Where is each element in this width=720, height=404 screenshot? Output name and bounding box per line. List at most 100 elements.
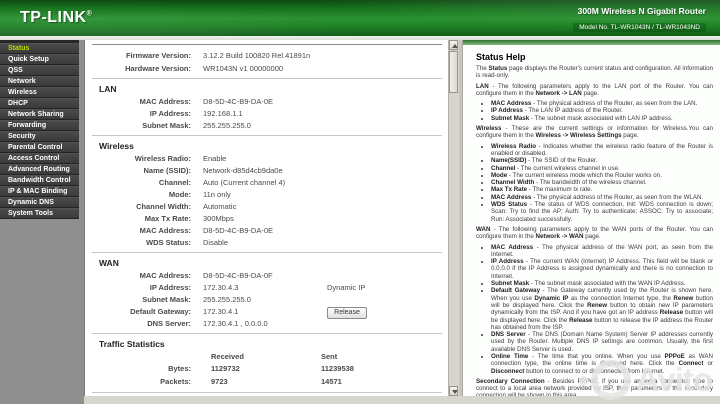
info-row: MAC Address: D8-5D-4C-B9-DA-0E (85, 225, 449, 237)
section-title-traffic-statistics: Traffic Statistics (99, 339, 165, 349)
help-bullet-list: Wireless Radio - Indicates whether the w… (476, 143, 713, 223)
info-value: Auto (Current channel 4) (203, 178, 286, 187)
logo-text: TP-LINK (20, 9, 87, 26)
panel-top-rule (92, 44, 442, 45)
sidebar: Status Quick Setup QSS Network Wireless DHCP N… (0, 40, 85, 404)
help-paragraph: Secondary Connection - Besides PPPoE, if… (476, 377, 713, 396)
release-button[interactable]: Release (327, 306, 367, 319)
traffic-col-header-sent: Sent (321, 352, 338, 361)
info-row: Wireless Radio: Enable (85, 153, 449, 165)
help-bullet-item: Channel Width - The bandwidth of the wir… (491, 179, 713, 186)
info-label: MAC Address: (139, 226, 191, 235)
section-divider (92, 78, 442, 80)
info-label: Channel: (158, 178, 191, 187)
info-label: Subnet Mask: (142, 295, 191, 304)
sidebar-item-advanced-routing[interactable]: Advanced Routing (0, 164, 79, 175)
help-bullet-item: Subnet Mask - The subnet mask associated… (491, 115, 713, 122)
help-bullet-item: MAC Address - The physical address of th… (491, 100, 713, 107)
traffic-sent-value: 14571 (321, 376, 342, 386)
product-title: 300M Wireless N Gigabit Router (577, 6, 706, 16)
info-value: 172.30.4.3 (203, 283, 239, 292)
section-divider (92, 252, 442, 254)
sidebar-item-parental-control[interactable]: Parental Control (0, 142, 79, 153)
traffic-row-label: Packets: (160, 376, 191, 386)
sidebar-item-network-sharing[interactable]: Network Sharing (0, 109, 79, 120)
scroll-thumb[interactable] (449, 51, 458, 93)
info-value: D8-5D-4C-B9-DA-0E (203, 226, 274, 235)
info-label: Name (SSID): (143, 166, 191, 175)
help-bullet-item: Online Time - The time that you online. … (491, 353, 713, 375)
info-value: D8-5D-4C-B9-DA-0F (203, 271, 273, 280)
sidebar-item-access-control[interactable]: Access Control (0, 153, 79, 164)
info-label: Wireless Radio: (134, 154, 191, 163)
info-value: 3.12.2 Build 100820 Rel.41891n (203, 51, 311, 60)
help-paragraph: WAN - The following parameters apply to … (476, 225, 713, 241)
info-value: 255.255.255.0 (203, 295, 251, 304)
help-paragraph: The Status page displays the Router's cu… (476, 65, 713, 80)
sidebar-item-dhcp[interactable]: DHCP (0, 98, 79, 109)
help-top-strip (463, 40, 720, 45)
sidebar-item-security[interactable]: Security (0, 131, 79, 142)
scroll-up-button[interactable] (449, 40, 458, 50)
info-row: Channel: Auto (Current channel 4) (85, 177, 449, 189)
sidebar-item-status[interactable]: Status (0, 43, 79, 54)
button-cell: Release (327, 306, 449, 319)
info-value: 255.255.255.0 (203, 121, 251, 130)
help-bullet-item: Subnet Mask - The subnet mask associated… (491, 280, 713, 287)
help-panel: Status Help The Status page displays the… (462, 40, 720, 396)
arrow-up-icon (451, 43, 458, 48)
sidebar-item-qss[interactable]: QSS (0, 65, 79, 76)
help-bullet-list: MAC Address - The physical address of th… (476, 244, 713, 375)
traffic-sent-value: 11239538 (321, 364, 354, 373)
scroll-down-button[interactable] (449, 386, 458, 396)
traffic-section: Traffic Statistics Received Sent Bytes: 1129… (85, 333, 449, 388)
info-row: IP Address: 172.30.4.3 Dynamic IP (85, 282, 449, 294)
info-value: 11n only (203, 190, 231, 199)
info-row: Max Tx Rate: 300Mbps (85, 213, 449, 225)
help-bullet-item: MAC Address - The physical address of th… (491, 244, 713, 259)
help-paragraph: Wireless - These are the current setting… (476, 125, 713, 140)
header-product-block: 300M Wireless N Gigabit Router Model No.… (573, 6, 706, 34)
info-value: Disable (203, 238, 229, 247)
info-label: Firmware Version: (125, 51, 191, 60)
info-label: Channel Width: (136, 202, 191, 211)
help-bullet-item: Max Tx Rate - The maximum tx rate. (491, 186, 713, 193)
traffic-received-value: 1129732 (211, 364, 240, 373)
sidebar-item-dynamic-dns[interactable]: Dynamic DNS (0, 197, 79, 208)
traffic-row: Packets: 9723 14571 (85, 376, 449, 389)
sidebar-menu: Status Quick Setup QSS Network Wireless DHCP N… (0, 40, 79, 219)
info-row: Channel Width: Automatic (85, 201, 449, 213)
info-label: IP Address: (149, 283, 191, 292)
help-body: The Status page displays the Router's cu… (476, 65, 713, 396)
info-row: MAC Address: D8-5D-4C-B9-DA-0E (85, 96, 449, 108)
info-label: Hardware Version: (125, 64, 191, 73)
help-bullet-item: Channel - The current wireless channel i… (491, 165, 713, 172)
main-scrollbar[interactable] (448, 40, 459, 396)
sidebar-item-ip-mac-binding[interactable]: IP & MAC Binding (0, 186, 79, 197)
traffic-received-value: 9723 (211, 376, 228, 386)
traffic-col-header-received: Received (211, 352, 244, 361)
info-value: Automatic (203, 202, 237, 211)
info-row: Subnet Mask: 255.255.255.0 (85, 120, 449, 132)
help-bullet-item: Default Gateway - The Gateway currently … (491, 287, 713, 331)
sidebar-item-quick-setup[interactable]: Quick Setup (0, 54, 79, 65)
sidebar-item-bandwidth-control[interactable]: Bandwidth Control (0, 175, 79, 186)
info-value: 192.168.1.1 (203, 109, 243, 118)
info-row: Mode: 11n only (85, 189, 449, 201)
help-bullet-item: IP Address - The LAN IP address of the R… (491, 107, 713, 114)
info-label: DNS Server: (147, 319, 191, 328)
info-value: 300Mbps (203, 214, 234, 223)
sidebar-item-system-tools[interactable]: System Tools (0, 208, 79, 219)
sidebar-item-network[interactable]: Network (0, 76, 79, 87)
version-rows: Firmware Version: 3.12.2 Build 100820 Rel… (85, 49, 449, 75)
panel-bottom-rule (92, 392, 442, 394)
info-value: 172.30.4.1 , 0.0.0.0 (203, 319, 268, 328)
sidebar-item-wireless[interactable]: Wireless (0, 87, 79, 98)
tplink-logo: TP-LINK® (20, 9, 92, 27)
section-title-wireless: Wireless (99, 141, 134, 151)
sidebar-item-forwarding[interactable]: Forwarding (0, 120, 79, 131)
info-value: 172.30.4.1 (203, 307, 239, 316)
status-sections: LAN MAC Address: D8-5D-4C-B9-DA-0E IP Addre… (85, 78, 449, 330)
section-divider (92, 333, 442, 335)
info-value: D8-5D-4C-B9-DA-0E (203, 97, 274, 106)
